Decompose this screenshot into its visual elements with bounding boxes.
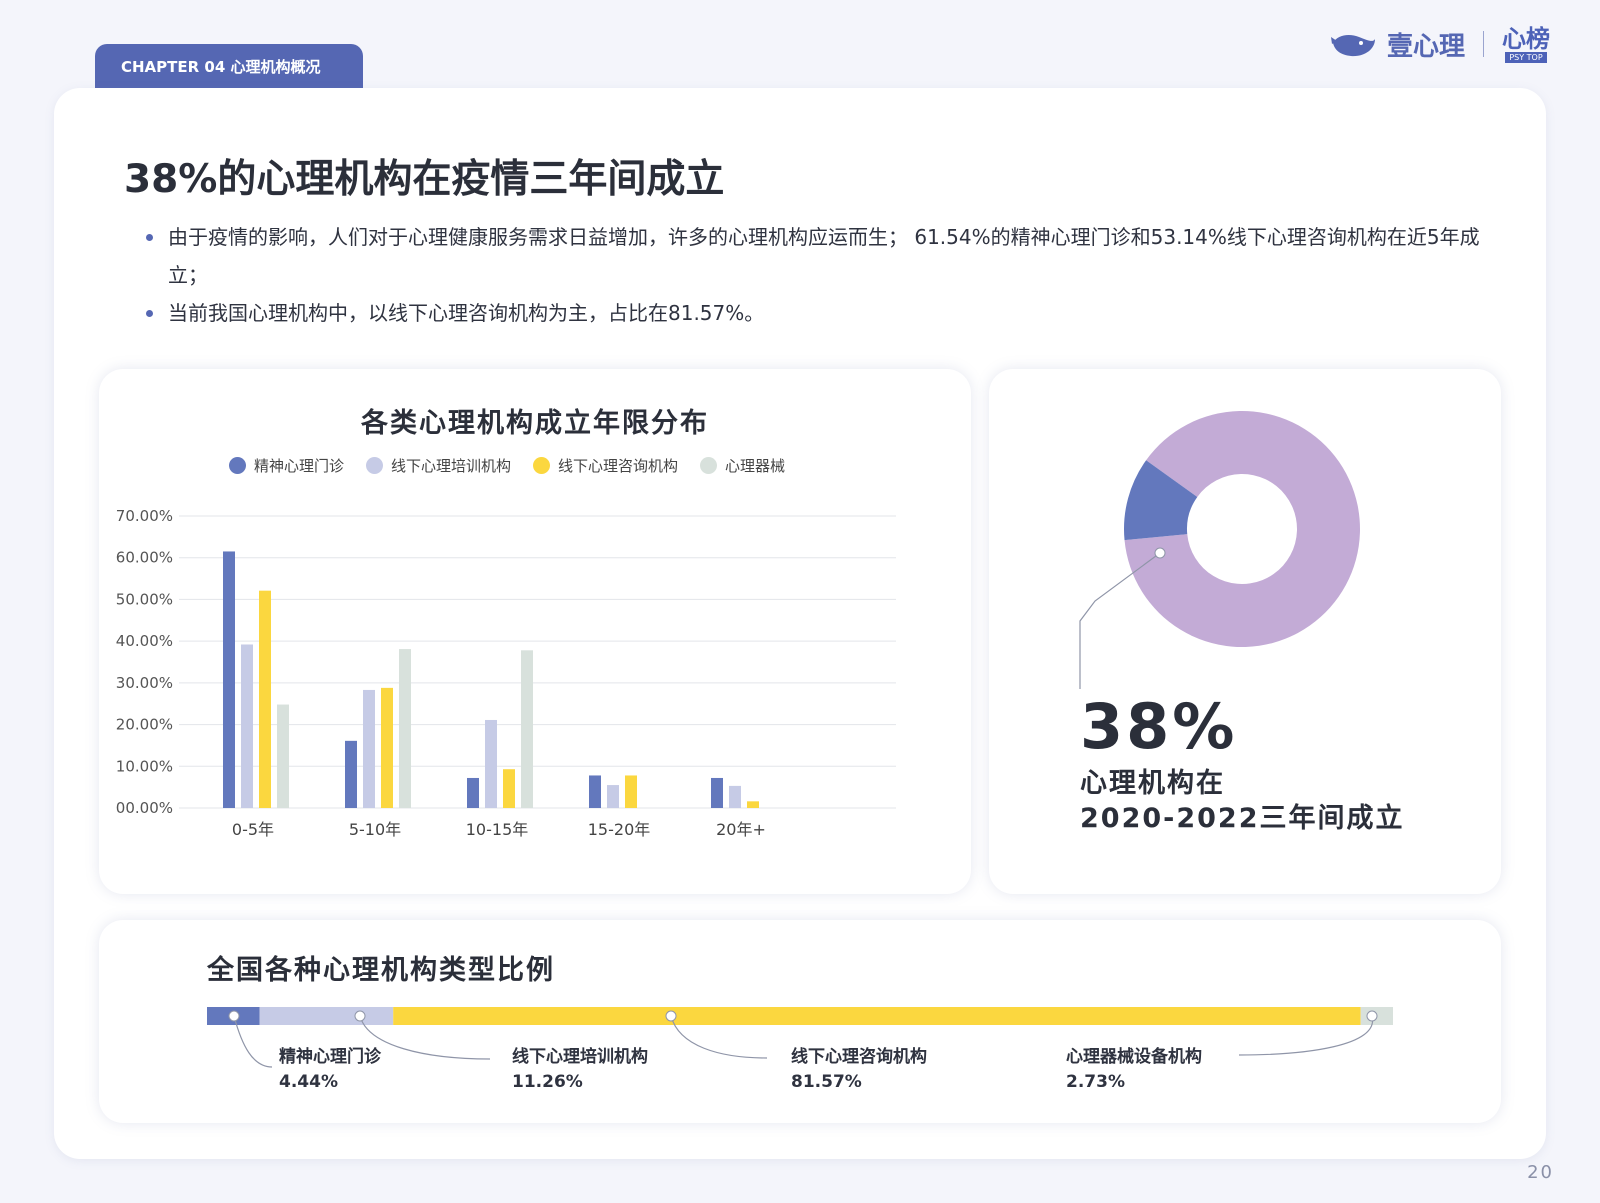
ratio-label-value: 4.44% (279, 1072, 338, 1092)
ratio-label-equipment: 心理器械设备机构 2.73% (1066, 1045, 1202, 1095)
ratio-label-name: 心理器械设备机构 (1066, 1047, 1202, 1067)
y-tick-label: 70.00% (116, 507, 173, 525)
ratio-label-value: 81.57% (791, 1072, 862, 1092)
bullet-list: 由于疫情的影响，人们对于心理健康服务需求日益增加，许多的心理机构应运而生； 61… (146, 218, 1486, 332)
ratio-label-training: 线下心理培训机构 11.26% (512, 1045, 648, 1095)
ratio-label-consulting: 线下心理咨询机构 81.57% (791, 1045, 927, 1095)
bullet-item: 由于疫情的影响，人们对于心理健康服务需求日益增加，许多的心理机构应运而生； 61… (146, 218, 1486, 294)
x-tick-label: 15-20年 (588, 820, 651, 839)
bar (503, 769, 515, 808)
bar (485, 719, 497, 808)
x-tick-label: 10-15年 (466, 820, 529, 839)
caption-line-2: 2020-2022三年间成立 (1080, 803, 1405, 834)
y-tick-label: 40.00% (116, 632, 173, 650)
ratio-leader-dot (228, 1010, 240, 1022)
chapter-tab: CHAPTER 04 心理机构概况 (95, 44, 363, 88)
page-title: 38%的心理机构在疫情三年间成立 (124, 157, 725, 202)
ratio-segment (393, 1007, 1361, 1025)
ratio-leader-dot (665, 1010, 677, 1022)
page-number: 20 (1527, 1162, 1554, 1183)
brand-sub-tag: PSY TOP (1505, 51, 1547, 63)
bar (277, 704, 289, 808)
ratio-leader-dot (354, 1010, 366, 1022)
brand: 壹心理 心榜 PSY TOP (1329, 22, 1550, 66)
bar (399, 649, 411, 808)
bar (747, 801, 759, 808)
brand-sub-name: 心榜 (1502, 24, 1550, 53)
bar (259, 590, 271, 808)
bar-chart-panel: 各类心理机构成立年限分布 精神心理门诊 线下心理培训机构 线下心理咨询机构 心理… (99, 369, 971, 894)
x-tick-label: 5-10年 (349, 820, 401, 839)
bar (589, 775, 601, 808)
bar (381, 687, 393, 808)
bar (345, 740, 357, 808)
y-tick-label: 10.00% (116, 757, 173, 775)
caption-line-1: 心理机构在 (1080, 768, 1225, 799)
ratio-label-psychiatry: 精神心理门诊 4.44% (279, 1045, 381, 1095)
bar (467, 777, 479, 808)
bar (241, 644, 253, 808)
ratio-label-name: 精神心理门诊 (279, 1047, 381, 1067)
bar (729, 785, 741, 808)
bar (223, 551, 235, 808)
ratio-leader-dot (1366, 1010, 1378, 1022)
ratio-label-name: 线下心理培训机构 (512, 1047, 648, 1067)
bar-chart: 00.00% 10.00% 20.00% 30.00% 40.00% 50.00% 60.0… (116, 507, 896, 839)
ratio-label-value: 2.73% (1066, 1072, 1125, 1092)
bar (521, 650, 533, 808)
bullet-item: 当前我国心理机构中，以线下心理咨询机构为主，占比在81.57%。 (146, 294, 1486, 332)
bar (363, 689, 375, 808)
ratio-label-value: 11.26% (512, 1072, 583, 1092)
y-tick-label: 20.00% (116, 716, 173, 734)
ratio-label-name: 线下心理咨询机构 (791, 1047, 927, 1067)
brand-sub-logo: 心榜 PSY TOP (1502, 26, 1550, 63)
y-tick-label: 30.00% (116, 674, 173, 692)
ratio-segment (259, 1007, 394, 1025)
donut-leader-dot (1154, 547, 1166, 559)
brand-name: 壹心理 (1386, 31, 1465, 62)
y-tick-label: 60.00% (116, 549, 173, 567)
brand-divider (1483, 31, 1484, 57)
y-tick-label: 50.00% (116, 590, 173, 608)
x-tick-label: 20年+ (716, 820, 766, 839)
bar (607, 785, 619, 808)
bar (711, 777, 723, 808)
x-tick-label: 0-5年 (232, 820, 274, 839)
y-tick-label: 00.00% (116, 799, 173, 817)
highlight-caption: 心理机构在 2020-2022三年间成立 (1080, 766, 1405, 836)
ratio-panel: 全国各种心理机构类型比例 精神心理门诊 4.44% 线下心理培训机构 11.26… (99, 920, 1501, 1123)
whale-logo-icon (1330, 35, 1375, 57)
highlight-percentage: 38% (1080, 690, 1238, 763)
bar (625, 775, 637, 808)
